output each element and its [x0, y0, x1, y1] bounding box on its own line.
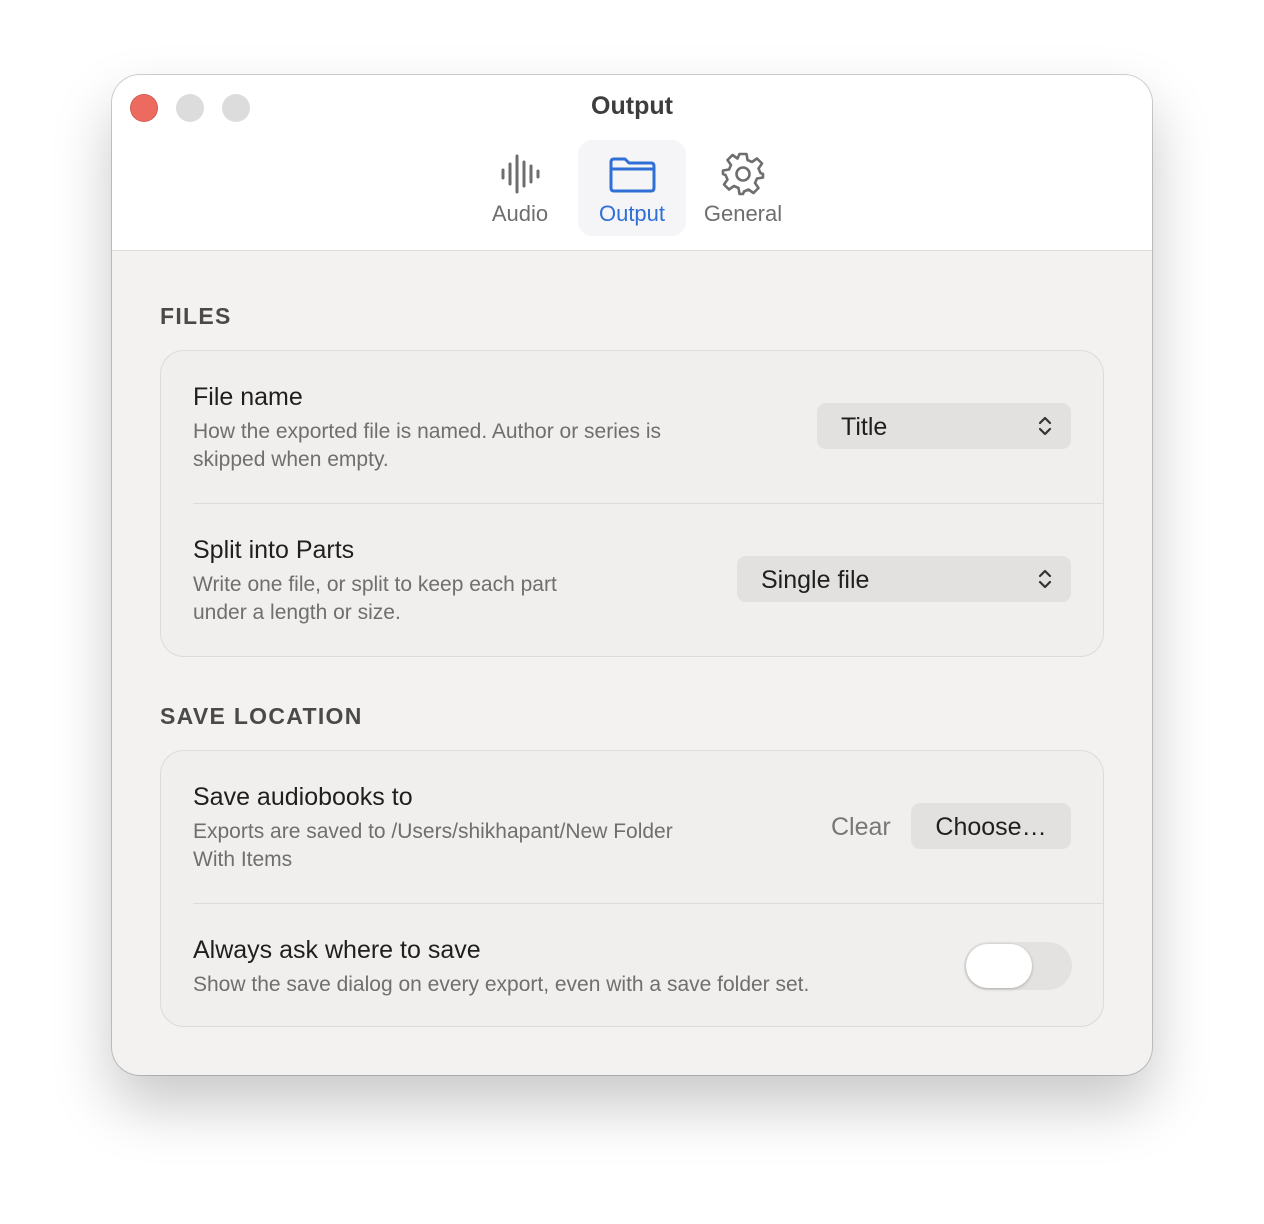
save-location-section-heading: SAVE LOCATION	[160, 703, 363, 729]
file-name-row: File name How the exported file is named…	[161, 351, 1103, 503]
up-down-chevron-icon	[1038, 569, 1052, 589]
save-to-title: Save audiobooks to	[193, 783, 413, 811]
toolbar: Output Audio Output General	[112, 75, 1152, 251]
files-section-heading: FILES	[160, 303, 232, 329]
files-card: File name How the exported file is named…	[160, 350, 1104, 657]
split-description-line1: Write one file, or split to keep each pa…	[193, 573, 557, 596]
tab-output-label: Output	[598, 201, 666, 226]
file-name-description-line2: skipped when empty.	[193, 448, 389, 471]
choose-button-label: Choose…	[935, 813, 1047, 841]
waveform-icon	[501, 154, 540, 194]
tab-general[interactable]: General	[689, 140, 797, 236]
save-to-row: Save audiobooks to Exports are saved to …	[161, 751, 1103, 903]
always-ask-title: Always ask where to save	[193, 936, 481, 964]
split-popup[interactable]: Single file	[737, 556, 1071, 602]
split-title: Split into Parts	[193, 536, 355, 564]
tab-audio[interactable]: Audio	[466, 140, 574, 236]
always-ask-row: Always ask where to save Show the save d…	[161, 904, 1103, 1026]
clear-button[interactable]: Clear	[831, 813, 891, 842]
file-name-popup-value: Title	[841, 413, 888, 441]
window-title: Output	[591, 92, 673, 120]
choose-button[interactable]: Choose…	[911, 803, 1071, 849]
tab-audio-label: Audio	[491, 201, 549, 226]
save-location-card: Save audiobooks to Exports are saved to …	[160, 750, 1104, 1027]
tab-general-label: General	[703, 201, 783, 226]
preferences-window: Output Audio Output General FILES File n…	[112, 75, 1152, 1075]
tab-output[interactable]: Output	[578, 140, 686, 236]
split-popup-value: Single file	[761, 566, 870, 594]
file-name-title: File name	[193, 383, 303, 411]
save-to-description-line2: With Items	[193, 848, 293, 871]
always-ask-toggle[interactable]	[964, 942, 1072, 990]
split-description-line2: under a length or size.	[193, 601, 401, 624]
up-down-chevron-icon	[1038, 416, 1052, 436]
gear-icon	[721, 152, 765, 196]
save-to-description-line1: Exports are saved to /Users/shikhapant/N…	[193, 820, 673, 843]
split-row: Split into Parts Write one file, or spli…	[161, 504, 1103, 656]
file-name-description-line1: How the exported file is named. Author o…	[193, 420, 662, 443]
always-ask-description: Show the save dialog on every export, ev…	[193, 973, 810, 996]
folder-icon	[609, 157, 656, 193]
file-name-popup[interactable]: Title	[817, 403, 1071, 449]
toggle-knob	[966, 944, 1032, 988]
